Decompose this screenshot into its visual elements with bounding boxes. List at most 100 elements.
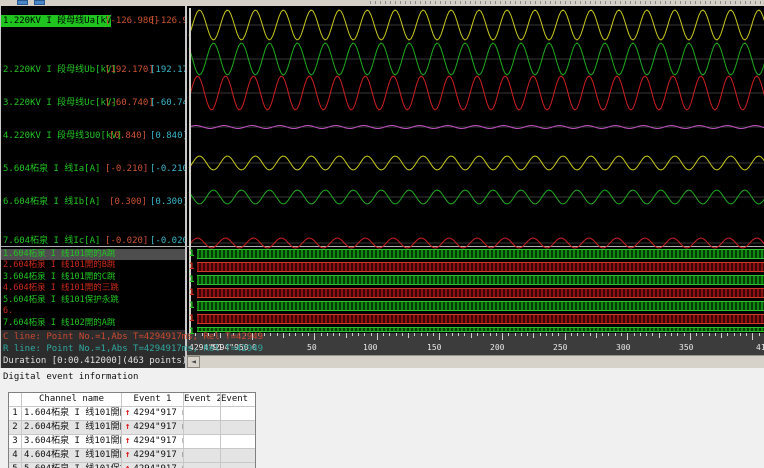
digital-channel-row[interactable]: 5.604柘泉 I 线101保护永跳 (1, 295, 185, 306)
digital-channel-row[interactable]: 2.604柘泉 I 线101開的B跳 (1, 260, 185, 271)
analog-value-2: [0.840] (150, 131, 185, 141)
ruler-tick (426, 333, 428, 336)
ruler-tick (307, 333, 309, 336)
digital-state-value: 1 (189, 262, 195, 272)
ruler-tick (677, 333, 679, 336)
analog-value-1: [-60.740] (105, 98, 154, 108)
row-number-cell: 3 (9, 435, 22, 448)
ruler-tick (671, 333, 672, 336)
channel-name-header: Channel name (22, 393, 122, 406)
ruler-tick (451, 333, 453, 336)
ruler-tick (746, 333, 748, 336)
ruler-tick (477, 333, 478, 336)
analog-channel-label[interactable]: 3.220KV I 段母线Uc[kV] (3, 97, 117, 109)
digital-channel-row[interactable]: 6. (1, 306, 185, 317)
ruler-tick (614, 333, 616, 336)
rising-edge-icon: ↑ (125, 450, 131, 460)
ruler-tick (401, 333, 403, 336)
row-number-cell: 4 (9, 449, 22, 462)
rising-edge-icon: ↑ (125, 422, 131, 432)
event1-cell: ↑4294"917 ms (122, 449, 184, 462)
digital-channel-row[interactable]: 3.604柘泉 I 线101開的C跳 (1, 272, 185, 283)
digital-state-value: 1 (189, 288, 195, 298)
ruler-tick (696, 333, 698, 336)
table-row[interactable]: 33.604柘泉 I 线101開的C跳↑4294"917 ms (9, 434, 255, 448)
ruler-label: 250 (553, 343, 568, 352)
ruler-tick (558, 333, 560, 336)
ruler-tick (433, 333, 435, 336)
digital-channel-label: 2.604柘泉 I 线101開的B跳 (3, 260, 116, 270)
toolbar-button-2[interactable] (34, 0, 45, 5)
event3-cell (221, 435, 254, 448)
analog-channel-label[interactable]: 1.220KV I 段母线Ua[kV] (1, 15, 117, 27)
ruler-label: 50 (307, 343, 317, 352)
analog-channel-row[interactable]: 1.220KV I 段母线Ua[kV][-126.980][-126.980] (1, 15, 185, 27)
ruler-tick (545, 333, 547, 336)
ruler-tick (408, 333, 410, 338)
ruler-tick (502, 333, 503, 340)
channel-name-cell: 4.604柘泉 I 线101開的三跳 (22, 449, 122, 462)
table-row[interactable]: 11.604柘泉 I 线101開的A跳↑4294"917 ms (9, 406, 255, 420)
ruler-tick (758, 333, 760, 336)
table-row[interactable]: 55.604柘泉 I 线101保护永跳↑4294"917 ms (9, 462, 255, 468)
analog-value-1: [0.840] (109, 131, 147, 141)
analog-channel-label[interactable]: 5.604柘泉 I 线Ia[A] (3, 163, 100, 175)
ruler-label: 150 (427, 343, 442, 352)
row-number-cell: 2 (9, 421, 22, 434)
analog-channel-row[interactable]: 3.220KV I 段母线Uc[kV][-60.740][-60.740] (1, 97, 185, 109)
analog-channel-row[interactable]: 2.220KV I 段母线Ub[kV][192.170][192.170] (1, 64, 185, 76)
digital-channel-row[interactable]: 1.604柘泉 I 线101開的A跳 (1, 249, 185, 260)
rising-edge-icon: ↑ (125, 408, 131, 418)
digital-channel-label: 7.604柘泉 I 线102開的A跳 (3, 318, 116, 328)
event-table: Channel name Event 1 Event 2 Event 3 11.… (8, 392, 256, 468)
ruler-tick (627, 333, 629, 340)
ruler-tick (564, 333, 566, 340)
analog-channel-row[interactable]: 4.220KV I 段母线3U0[kV] [0.840] [0.840] (1, 130, 185, 142)
table-row[interactable]: 44.604柘泉 I 线101開的三跳↑4294"917 ms (9, 448, 255, 462)
horizontal-scrollbar[interactable]: ◄ (187, 355, 764, 368)
analog-channel-label[interactable]: 6.604柘泉 I 线Ib[A] (3, 196, 100, 208)
ruler-tick (470, 333, 472, 338)
ruler-tick (483, 333, 485, 336)
digital-channel-label: 1.604柘泉 I 线101開的A跳 (3, 249, 116, 259)
digital-state-value: 1 (189, 249, 195, 259)
mini-ruler-ticks (370, 1, 762, 4)
ruler-label: 300 (616, 343, 631, 352)
ruler-tick (389, 333, 391, 336)
ruler-tick (733, 333, 735, 336)
r-line-status: R line: Point No.=1,Abs T=4294917ms, Rel… (3, 344, 264, 354)
time-axis-ruler[interactable]: 4294"91 4294"950 0 50 100 150 200 250 300 350 41 (187, 333, 764, 355)
analog-channel-label[interactable]: 2.220KV I 段母线Ub[kV] (3, 64, 117, 76)
digital-state-bar (197, 314, 764, 324)
ruler-tick (445, 333, 447, 336)
analog-value-1: [-0.210] (105, 164, 149, 174)
ruler-tick (276, 333, 278, 336)
event1-cell: ↑4294"917 ms (122, 463, 184, 468)
event1-cell: ↑4294"917 ms (122, 421, 184, 434)
scrollbar-left-arrow[interactable]: ◄ (187, 356, 200, 368)
ruler-tick (395, 333, 397, 336)
analog-channel-row[interactable]: 6.604柘泉 I 线Ib[A] [0.300] [0.300] (1, 196, 185, 208)
event1-cell: ↑4294"917 ms (122, 407, 184, 420)
event-table-header: Channel name Event 1 Event 2 Event 3 (9, 393, 255, 406)
analog-value-2: [192.170] (150, 65, 185, 75)
ruler-tick (301, 333, 303, 336)
ruler-tick (370, 333, 372, 336)
ruler-tick (683, 333, 685, 336)
digital-state-value: 1 (189, 314, 195, 324)
analog-channel-row[interactable]: 5.604柘泉 I 线Ia[A] [-0.210][-0.210] (1, 163, 185, 175)
toolbar-button-1[interactable] (17, 0, 28, 5)
analog-value-1: [0.300] (109, 197, 147, 207)
ruler-tick (495, 333, 497, 336)
digital-channel-row[interactable]: 7.604柘泉 I 线102開的A跳 (1, 318, 185, 329)
table-row[interactable]: 22.604柘泉 I 线101開的B跳↑4294"917 ms (9, 420, 255, 434)
ruler-tick (364, 333, 366, 336)
ruler-tick (420, 333, 422, 336)
waveform-plot-area[interactable]: 4294"91 4294"950 0 50 100 150 200 250 300 350 41 ◄… (187, 6, 764, 368)
digital-channel-row[interactable]: 4.604柘泉 I 线101開的三跳 (1, 283, 185, 294)
event3-header: Event 3 (221, 394, 254, 404)
oscillography-app-window: 1.220KV I 段母线Ua[kV][-126.980][-126.980] 2… (0, 0, 764, 468)
ruler-tick (270, 333, 272, 336)
event2-cell (184, 421, 221, 434)
ruler-tick (358, 333, 359, 336)
